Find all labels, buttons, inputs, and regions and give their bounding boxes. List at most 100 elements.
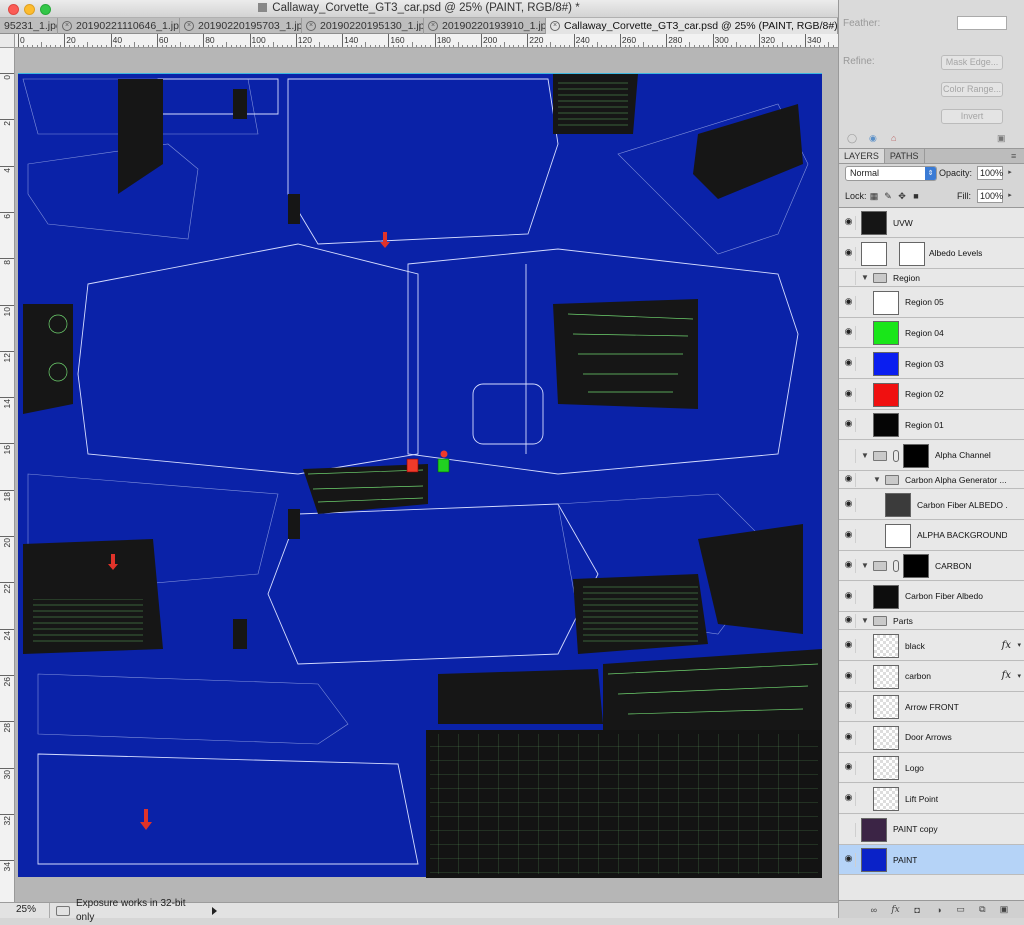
layer-row[interactable]: ◉ ▼ Alpha Channel <box>839 440 1024 471</box>
visibility-eye-icon[interactable]: ◉ <box>842 614 856 629</box>
layer-row[interactable]: ◉ ▼ Carbon Alpha Generator ... <box>839 471 1024 490</box>
status-menu-arrow-icon[interactable] <box>212 906 217 915</box>
feather-input[interactable] <box>957 16 1007 30</box>
layer-row[interactable]: ◉ UVW <box>839 208 1024 238</box>
visibility-eye-icon[interactable]: ◉ <box>842 216 856 230</box>
layer-row[interactable]: ◉ Carbon Fiber ALBEDO ... <box>839 490 1024 520</box>
layer-effects-icon[interactable]: fx <box>1002 640 1011 651</box>
visibility-eye-icon[interactable]: ◉ <box>842 387 856 402</box>
layer-thumbnail[interactable] <box>873 725 899 750</box>
opacity-slider-arrow-icon[interactable]: ▸ <box>1005 166 1015 180</box>
layer-row[interactable]: ◉ Lift Point <box>839 784 1024 814</box>
vertical-ruler[interactable]: 0 2 4 6 8 10 12 14 16 18 20 22 24 26 28 30 32 34 <box>0 48 15 902</box>
layer-thumbnail[interactable] <box>873 290 899 315</box>
layer-row[interactable]: ◉ Region 04 <box>839 318 1024 349</box>
layer-row[interactable]: ◉ Door Arrows <box>839 722 1024 753</box>
tab-document[interactable]: × 20190220195703_1.jpg <box>180 18 302 34</box>
canvas-area[interactable] <box>15 48 838 902</box>
disclosure-triangle-icon[interactable]: ▼ <box>861 616 869 625</box>
layer-row[interactable]: ◉ Carbon Fiber Albedo <box>839 581 1024 612</box>
visibility-eye-icon[interactable]: ◉ <box>842 669 856 684</box>
tab-document[interactable]: × Callaway_Corvette_GT3_car.psd @ 25% (PA… <box>546 18 838 34</box>
mask-edge-button[interactable]: Mask Edge... <box>941 55 1003 70</box>
layer-row[interactable]: ◉ black fx ▾ <box>839 631 1024 661</box>
visibility-eye-icon[interactable]: ◉ <box>842 295 856 310</box>
mask-thumbnail[interactable] <box>903 443 929 468</box>
visibility-eye-icon[interactable]: ◉ <box>842 246 856 261</box>
tab-document[interactable]: 95231_1.jpg <box>0 18 58 34</box>
layer-thumbnail[interactable] <box>873 787 899 811</box>
visibility-eye-icon[interactable]: ◉ <box>842 271 856 286</box>
layer-row[interactable]: ◉ Albedo Levels <box>839 238 1024 269</box>
visibility-eye-icon[interactable]: ◉ <box>842 639 856 653</box>
invert-button[interactable]: Invert <box>941 109 1003 124</box>
tab-document[interactable]: × 20190220193910_1.jpg <box>424 18 546 34</box>
opacity-input[interactable]: 100% <box>977 166 1003 180</box>
visibility-eye-icon[interactable]: ◉ <box>842 498 856 512</box>
visibility-eye-icon[interactable]: ◉ <box>842 761 856 776</box>
layer-thumbnail[interactable] <box>861 211 887 235</box>
basket-icon[interactable]: ⌂ <box>891 133 896 143</box>
link-icon[interactable] <box>893 449 899 462</box>
close-tab-icon[interactable]: × <box>550 21 560 31</box>
layer-thumbnail[interactable] <box>873 321 899 346</box>
tab-layers[interactable]: LAYERS <box>839 149 885 163</box>
visibility-eye-icon[interactable]: ◉ <box>842 448 856 463</box>
layer-row[interactable]: ◉ ▼ Region <box>839 269 1024 288</box>
lock-all-icon[interactable]: ■ <box>911 191 921 201</box>
panel-menu-icon[interactable]: ≡ <box>1011 149 1024 163</box>
effects-expand-icon[interactable]: ▾ <box>1017 672 1021 680</box>
ruler-origin[interactable] <box>0 34 15 48</box>
disclosure-triangle-icon[interactable]: ▼ <box>861 561 869 570</box>
layer-thumbnail[interactable] <box>873 756 899 781</box>
visibility-eye-icon[interactable]: ◉ <box>842 559 856 574</box>
document-canvas[interactable] <box>18 73 822 878</box>
trash-icon[interactable]: ▣ <box>997 133 1006 144</box>
layer-effects-icon[interactable]: fx <box>1002 670 1011 681</box>
disclosure-triangle-icon[interactable]: ▼ <box>873 475 881 484</box>
layer-thumbnail[interactable] <box>885 493 911 517</box>
visibility-eye-icon[interactable]: ◉ <box>842 326 856 341</box>
visibility-eye-icon[interactable]: ◉ <box>842 473 856 488</box>
layer-thumbnail[interactable] <box>873 634 899 658</box>
close-tab-icon[interactable]: × <box>62 21 72 31</box>
horizontal-ruler[interactable]: 0 20 40 60 80 100 120 140 160 180 200 220 240 260 280 3… <box>15 34 838 48</box>
new-group-icon[interactable]: ▭ <box>954 904 968 915</box>
visibility-eye-icon[interactable]: ◉ <box>842 822 856 837</box>
mask-thumbnail[interactable] <box>899 241 925 266</box>
blend-mode-select[interactable]: Normal ⇕ <box>845 166 937 181</box>
tab-document[interactable]: × 20190221110646_1.jpg <box>58 18 180 34</box>
layer-row[interactable]: ◉ Region 02 <box>839 379 1024 410</box>
fill-slider-arrow-icon[interactable]: ▸ <box>1005 189 1015 203</box>
close-tab-icon[interactable]: × <box>306 21 316 31</box>
layer-row[interactable]: ◉ PAINT <box>839 845 1024 876</box>
layer-thumbnail[interactable] <box>873 664 899 689</box>
fx-icon[interactable]: fx <box>889 905 903 915</box>
visibility-eye-icon[interactable]: ◉ <box>842 357 856 371</box>
layer-thumbnail[interactable] <box>873 382 899 407</box>
layer-row[interactable]: ◉ ALPHA BACKGROUND <box>839 520 1024 551</box>
layer-thumbnail[interactable] <box>861 848 887 873</box>
effects-expand-icon[interactable]: ▾ <box>1017 641 1021 649</box>
tab-paths[interactable]: PATHS <box>885 149 925 163</box>
delete-layer-icon[interactable]: ▣ <box>997 904 1011 915</box>
disclosure-triangle-icon[interactable]: ▼ <box>861 273 869 282</box>
tab-document[interactable]: × 20190220195130_1.jpg <box>302 18 424 34</box>
layer-thumbnail[interactable] <box>885 523 911 548</box>
layer-thumbnail[interactable] <box>861 817 887 842</box>
lock-transparency-icon[interactable]: ▦ <box>869 191 879 201</box>
layer-row[interactable]: ◉ Arrow FRONT <box>839 692 1024 723</box>
layer-thumbnail[interactable] <box>873 584 899 609</box>
layer-thumbnail[interactable] <box>873 413 899 438</box>
visibility-eye-icon[interactable]: ◉ <box>842 853 856 868</box>
visibility-eye-icon[interactable]: ◉ <box>842 730 856 745</box>
mask-thumbnail[interactable] <box>903 554 929 579</box>
link-layers-icon[interactable]: ∞ <box>867 905 881 915</box>
zoom-level-field[interactable]: 25% <box>0 903 50 918</box>
visibility-eye-icon[interactable]: ◉ <box>842 528 856 543</box>
layer-thumbnail[interactable] <box>873 695 899 720</box>
layer-row[interactable]: ◉ carbon fx ▾ <box>839 661 1024 692</box>
visibility-eye-icon[interactable]: ◉ <box>842 700 856 715</box>
new-layer-icon[interactable]: ⧉ <box>975 904 989 915</box>
adjustment-layer-icon[interactable]: ◑ <box>932 905 946 915</box>
